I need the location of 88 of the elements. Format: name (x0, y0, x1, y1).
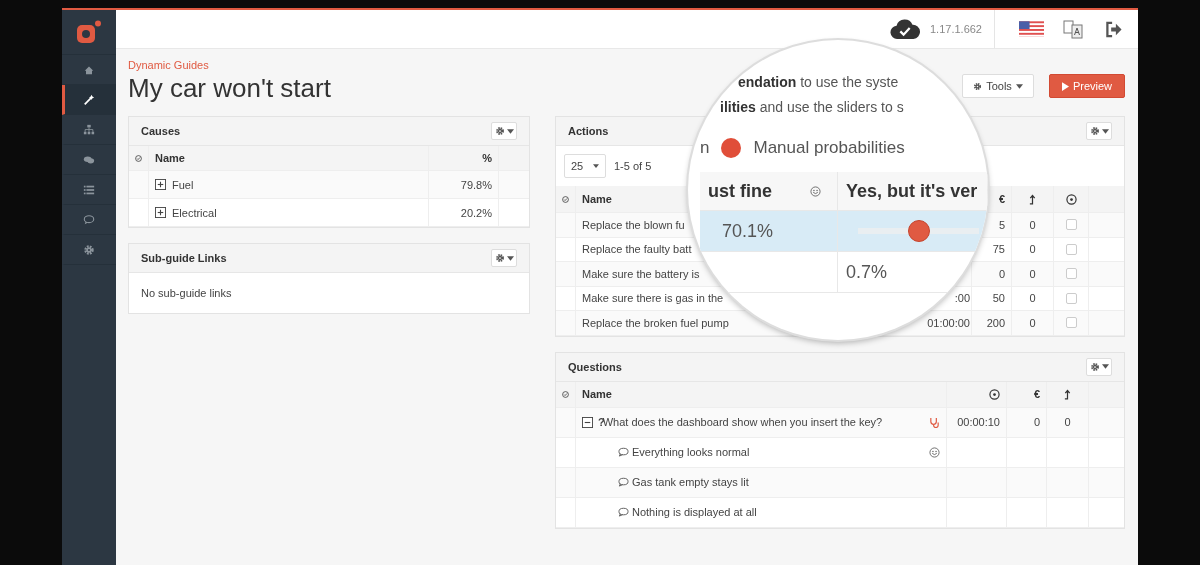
check-circle-icon (135, 152, 142, 164)
panel-title: Actions (568, 125, 609, 137)
breadcrumb-link[interactable]: Dynamic Guides (128, 59, 331, 71)
translate-icon[interactable] (1062, 18, 1084, 40)
smiley-icon (810, 185, 821, 197)
column-header: Name (576, 381, 947, 407)
question-marker: ? (598, 416, 605, 428)
table-cell: 0 (1012, 237, 1054, 261)
collapse-icon[interactable] (582, 416, 593, 428)
wand-icon (83, 93, 95, 106)
column-header: % (429, 146, 499, 170)
magnified-row[interactable]: 70.1% (700, 211, 988, 252)
speech-bubble-icon (618, 477, 629, 487)
settings-dropdown-button[interactable] (491, 249, 517, 267)
expand-icon[interactable] (155, 179, 166, 190)
arrow-up-icon (1064, 388, 1071, 400)
gear-icon (973, 81, 983, 91)
list-icon (83, 183, 95, 196)
checkbox[interactable] (1065, 243, 1077, 255)
settings-dropdown-button[interactable] (1086, 357, 1112, 376)
check-circle-icon (562, 193, 569, 205)
checkbox[interactable] (1065, 317, 1077, 329)
panel-title: Causes (141, 125, 181, 137)
tools-button[interactable]: Tools (962, 74, 1034, 98)
checkbox[interactable] (1065, 292, 1077, 304)
speech-bubble-icon (618, 447, 629, 457)
magnified-text: endation to use the syste (738, 73, 899, 92)
check-circle-icon (562, 388, 569, 400)
checkbox[interactable] (1065, 219, 1077, 231)
table-cell: 0 (1012, 311, 1054, 335)
preview-button[interactable]: Preview (1048, 74, 1125, 98)
expand-icon[interactable] (155, 207, 166, 218)
sitemap-icon (83, 123, 95, 136)
logo[interactable] (76, 20, 102, 44)
clock-icon (1065, 193, 1077, 205)
settings-dropdown-button[interactable] (491, 122, 517, 140)
cost-cell: 0 (1007, 407, 1047, 437)
slider-thumb[interactable] (907, 220, 930, 242)
legend-label: Manual probabilities (753, 138, 905, 158)
magnified-text: ilities and use the sliders to s (720, 98, 904, 117)
page-size-select[interactable]: 25 (564, 154, 606, 178)
answer-text: Gas tank empty stays lit (632, 476, 749, 488)
question-text: What does the dashboard show when you insert the key? (602, 416, 883, 428)
caret-icon (593, 164, 599, 168)
gear-icon (83, 243, 95, 256)
page-title: My car won't start (128, 73, 331, 104)
settings-dropdown-button[interactable] (1086, 122, 1112, 140)
probability-cell: 20.2% (429, 199, 499, 226)
table-cell: 0 (1012, 213, 1054, 237)
speech-bubble-icon (618, 507, 629, 517)
smiley-icon (929, 446, 940, 458)
gear-icon (1089, 361, 1100, 372)
cloud-check-icon (890, 18, 920, 40)
time-cell: :00 (954, 292, 970, 305)
caret-icon (1101, 364, 1109, 369)
panel-title: Questions (568, 360, 622, 373)
column-header: Name (149, 146, 429, 170)
table-cell: 0 (1012, 286, 1054, 310)
time-cell: 01:00:00 (927, 316, 970, 329)
panel-title: Sub-guide Links (141, 252, 227, 264)
checkbox[interactable] (1065, 268, 1077, 280)
comment-icon (83, 213, 95, 226)
probability-cell: 79.8% (429, 171, 499, 198)
pagination-range: 1-5 of 5 (614, 160, 652, 172)
cause-name: Fuel (172, 178, 194, 191)
time-cell: 00:00:10 (947, 407, 1007, 437)
answer-text: Everything looks normal (632, 446, 750, 458)
clock-icon (989, 388, 1000, 400)
legend-text: n (700, 138, 710, 158)
table-cell: 0 (1047, 407, 1089, 437)
table-cell: 0 (1012, 262, 1054, 286)
stethoscope-icon (929, 416, 940, 428)
caret-icon (506, 128, 514, 134)
column-header: Yes, but it's ver (838, 172, 988, 210)
caret-icon (1015, 83, 1023, 89)
caret-icon (1101, 128, 1109, 134)
flag-icon[interactable] (1019, 21, 1044, 37)
cause-name: Electrical (172, 206, 217, 219)
sidebar-item[interactable] (62, 85, 116, 115)
column-header: € (1007, 381, 1047, 407)
magnified-row[interactable]: 0.7% (700, 252, 988, 293)
comments-icon (83, 153, 95, 166)
empty-message: No sub-guide links (141, 287, 232, 299)
caret-icon (506, 255, 514, 261)
play-icon (1061, 81, 1069, 91)
arrow-up-icon (1029, 193, 1036, 205)
answer-text: Nothing is displayed at all (632, 506, 757, 518)
logout-icon[interactable] (1104, 20, 1124, 38)
